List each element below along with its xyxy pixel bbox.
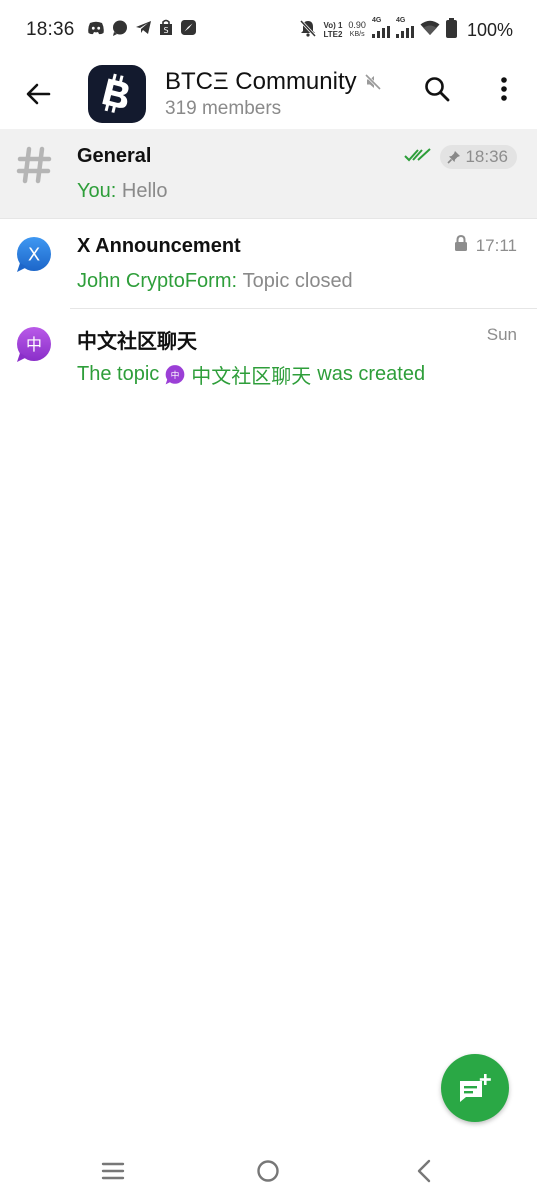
hashtag-icon bbox=[14, 145, 54, 185]
svg-text:S: S bbox=[163, 26, 168, 35]
group-info[interactable]: BTCΞ Community 319 members bbox=[165, 68, 381, 120]
preview-suffix: was created bbox=[317, 363, 426, 385]
speed-value: 0.90 bbox=[348, 20, 366, 30]
signal-1: 4G bbox=[371, 17, 390, 43]
home-button[interactable] bbox=[248, 1154, 288, 1188]
speed-unit: KB/s bbox=[349, 31, 365, 38]
notification-icons: S bbox=[87, 19, 197, 41]
more-options-button[interactable] bbox=[492, 72, 516, 106]
topic-name: General bbox=[77, 145, 152, 167]
battery-icon bbox=[445, 17, 457, 43]
new-topic-icon bbox=[460, 1074, 491, 1102]
topic-preview: You: Hello bbox=[77, 180, 167, 203]
group-title: BTCΞ Community bbox=[165, 68, 357, 95]
pinned-time-badge: 18:36 bbox=[440, 145, 517, 169]
telegram-icon bbox=[135, 20, 152, 40]
signal-1-label: 4G bbox=[371, 17, 382, 24]
chat-header: BTCΞ Community 319 members bbox=[0, 60, 537, 128]
group-avatar[interactable] bbox=[88, 65, 146, 123]
signal-2: 4G bbox=[395, 17, 414, 43]
sender-name: John CryptoForm bbox=[77, 270, 232, 292]
bitcoin-logo bbox=[102, 73, 129, 113]
svg-text:中: 中 bbox=[26, 335, 42, 354]
topic-bubble-purple-icon: 中 bbox=[164, 364, 186, 386]
signal-bars-icon bbox=[371, 25, 390, 43]
lock-icon bbox=[454, 234, 468, 256]
recent-apps-button[interactable] bbox=[93, 1154, 133, 1188]
recent-apps-icon bbox=[101, 1162, 125, 1180]
topic-time: Sun bbox=[486, 325, 517, 344]
wifi-icon bbox=[420, 20, 440, 41]
back-arrow-icon bbox=[26, 83, 51, 105]
system-nav-bar bbox=[0, 1140, 537, 1200]
muted-icon bbox=[364, 74, 381, 90]
back-button[interactable] bbox=[18, 74, 58, 114]
signal-2-label: 4G bbox=[395, 17, 406, 24]
status-time: 18:36 bbox=[26, 19, 75, 40]
signal-bars-icon bbox=[395, 25, 414, 43]
topic-bubble-blue-icon: X bbox=[14, 235, 54, 275]
topic-time: 18:36 bbox=[465, 147, 508, 166]
pin-icon bbox=[447, 151, 461, 164]
topic-meta: 18:36 bbox=[404, 145, 517, 169]
lte-label: LTE2 bbox=[323, 30, 343, 39]
back-icon bbox=[417, 1159, 431, 1183]
svg-text:X: X bbox=[28, 245, 40, 266]
topic-name: 中文社区聊天 bbox=[77, 331, 197, 353]
new-topic-button[interactable] bbox=[441, 1054, 509, 1122]
chat-bubble-icon bbox=[112, 20, 128, 41]
double-check-icon bbox=[404, 147, 432, 168]
volte-label: Vo) 1 bbox=[323, 21, 343, 30]
network-speed: 0.90 KB/s bbox=[348, 21, 366, 39]
status-bar: 18:36 S Vo) 1 LTE2 0.90 KB/s 4G 4G 100% bbox=[0, 0, 537, 60]
preview-topic-name: 中文社区聊天 bbox=[191, 366, 312, 388]
shopping-bag-icon: S bbox=[159, 19, 173, 41]
member-count: 319 members bbox=[165, 98, 282, 119]
battery-percent: 100% bbox=[466, 19, 513, 40]
mute-notification-icon bbox=[299, 19, 317, 42]
svg-text:中: 中 bbox=[171, 368, 180, 380]
search-button[interactable] bbox=[420, 72, 454, 106]
topic-row-general[interactable]: General 18:36 You: Hello bbox=[0, 129, 537, 219]
topic-preview: The topic 中 中文社区聊天 was created bbox=[77, 360, 425, 389]
topic-bubble-purple-icon: 中 bbox=[14, 325, 54, 365]
topic-name: X Announcement bbox=[77, 235, 241, 257]
home-icon bbox=[257, 1160, 279, 1182]
topic-meta: Sun bbox=[487, 325, 517, 345]
message-text: Topic closed bbox=[242, 270, 353, 292]
topic-meta: 17:11 bbox=[454, 234, 517, 256]
system-status-icons: Vo) 1 LTE2 0.90 KB/s 4G 4G 100% bbox=[299, 17, 513, 43]
message-text: Hello bbox=[121, 180, 168, 202]
topic-time: 17:11 bbox=[475, 235, 517, 255]
sender-name: You bbox=[77, 180, 111, 202]
topic-preview: John CryptoForm: Topic closed bbox=[77, 270, 353, 293]
sender-separator: : bbox=[110, 180, 122, 202]
preview-prefix: The topic bbox=[77, 363, 160, 385]
volte-indicator: Vo) 1 LTE2 bbox=[323, 21, 342, 39]
sender-separator: : bbox=[231, 270, 243, 292]
topic-row-x-announcement[interactable]: X X Announcement 17:11 John CryptoForm: … bbox=[0, 219, 537, 309]
topic-row-chinese-chat[interactable]: 中 中文社区聊天 Sun The topic 中 中文社区聊天 was crea… bbox=[0, 309, 537, 399]
nav-back-button[interactable] bbox=[404, 1154, 444, 1188]
search-icon bbox=[425, 77, 450, 102]
compass-icon bbox=[180, 19, 197, 41]
more-vertical-icon bbox=[501, 77, 507, 101]
discord-icon bbox=[87, 21, 105, 40]
